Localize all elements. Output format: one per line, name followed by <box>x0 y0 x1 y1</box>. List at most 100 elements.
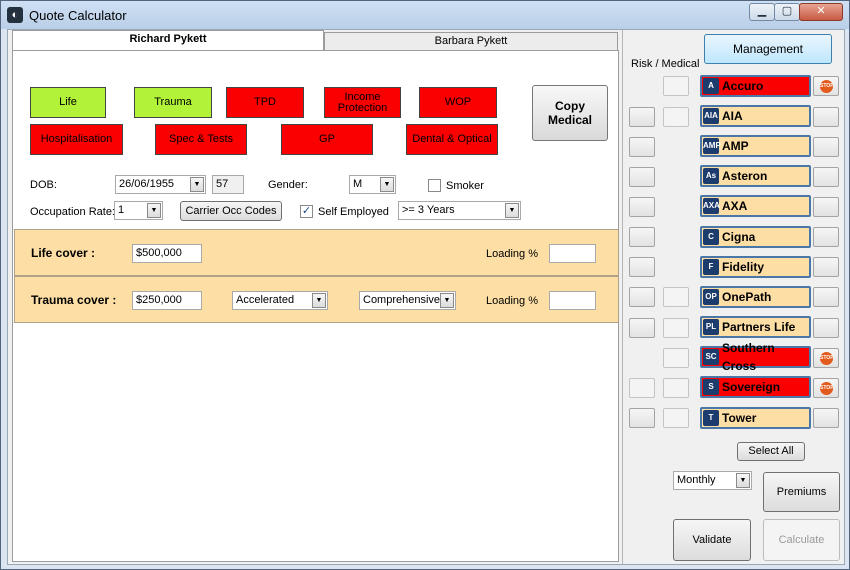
aia-logo-icon: AIA <box>703 108 719 124</box>
carrier-name: AMP <box>722 139 749 153</box>
trauma-loading-label: Loading % <box>486 295 538 307</box>
tab-barbara-pykett[interactable]: Barbara Pykett <box>324 32 618 51</box>
trauma-type-select[interactable]: Accelerated ▼ <box>232 291 328 310</box>
medical-checkbox-aia[interactable] <box>663 107 689 127</box>
carrier-button-axa[interactable]: AXA AXA <box>700 195 811 217</box>
carrier-button-asteron[interactable]: As Asteron <box>700 165 811 187</box>
gender-label: Gender: <box>268 179 308 191</box>
carrier-button-tower[interactable]: T Tower <box>700 407 811 429</box>
stop-status-sovereign[interactable]: STOP <box>813 378 839 398</box>
calculate-button[interactable]: Calculate <box>763 519 840 561</box>
carrier-name: Cigna <box>722 230 756 244</box>
chevron-down-icon[interactable]: ▼ <box>147 203 161 218</box>
carrier-occ-codes-button[interactable]: Carrier Occ Codes <box>180 201 282 221</box>
cover-button-hospitalisation[interactable]: Hospitalisation <box>30 124 123 155</box>
medical-checkbox-tower[interactable] <box>663 408 689 428</box>
gender-select[interactable]: M ▼ <box>349 175 396 194</box>
chevron-down-icon[interactable]: ▼ <box>380 177 394 192</box>
chevron-down-icon[interactable]: ▼ <box>505 203 519 218</box>
cover-button-tpd[interactable]: TPD <box>226 87 304 118</box>
trauma-cover-amount-input[interactable]: $250,000 <box>132 291 202 310</box>
frequency-value: Monthly <box>677 474 716 486</box>
risk-checkbox-aia[interactable] <box>629 107 655 127</box>
cover-button-spec-tests[interactable]: Spec & Tests <box>155 124 247 155</box>
status-box-partners-life[interactable] <box>813 318 839 338</box>
risk-checkbox-tower[interactable] <box>629 408 655 428</box>
carrier-name: Sovereign <box>722 380 781 394</box>
medical-checkbox-accuro[interactable] <box>663 76 689 96</box>
carrier-button-fidelity[interactable]: F Fidelity <box>700 256 811 278</box>
carrier-button-onepath[interactable]: OP OnePath <box>700 286 811 308</box>
carrier-button-sovereign[interactable]: S Sovereign <box>700 376 811 398</box>
status-box-tower[interactable] <box>813 408 839 428</box>
status-box-asteron[interactable] <box>813 167 839 187</box>
smoker-checkbox[interactable] <box>428 179 441 192</box>
management-button[interactable]: Management <box>704 34 832 64</box>
risk-checkbox-fidelity[interactable] <box>629 257 655 277</box>
tab-richard-pykett[interactable]: Richard Pykett <box>12 30 324 51</box>
risk-checkbox-cigna[interactable] <box>629 227 655 247</box>
select-all-button[interactable]: Select All <box>737 442 805 461</box>
status-box-axa[interactable] <box>813 197 839 217</box>
life-cover-panel: Life cover : $500,000 Loading % <box>14 229 619 276</box>
trauma-type-value: Accelerated <box>236 294 295 306</box>
cover-button-income-protection[interactable]: Income Protection <box>324 87 401 118</box>
frequency-select[interactable]: Monthly ▼ <box>673 471 752 490</box>
chevron-down-icon[interactable]: ▼ <box>736 473 750 488</box>
medical-checkbox-partners-life[interactable] <box>663 318 689 338</box>
risk-checkbox-sovereign[interactable] <box>629 378 655 398</box>
cover-button-life[interactable]: Life <box>30 87 106 118</box>
risk-checkbox-amp[interactable] <box>629 137 655 157</box>
life-loading-label: Loading % <box>486 248 538 260</box>
life-loading-input[interactable] <box>549 244 596 263</box>
self-employed-label: Self Employed <box>318 206 389 218</box>
trauma-loading-input[interactable] <box>549 291 596 310</box>
status-box-aia[interactable] <box>813 107 839 127</box>
dob-picker[interactable]: 26/06/1955 ▼ <box>115 175 206 194</box>
status-box-fidelity[interactable] <box>813 257 839 277</box>
client-details-pane: Richard Pykett Barbara Pykett Life Traum… <box>10 30 620 564</box>
carrier-button-aia[interactable]: AIA AIA <box>700 105 811 127</box>
cover-button-wop[interactable]: WOP <box>419 87 497 118</box>
status-box-amp[interactable] <box>813 137 839 157</box>
occupation-rate-select[interactable]: 1 ▼ <box>114 201 163 220</box>
accuro-logo-icon: A <box>703 78 719 94</box>
carrier-name: Asteron <box>722 169 768 183</box>
risk-checkbox-partners-life[interactable] <box>629 318 655 338</box>
validate-button[interactable]: Validate <box>673 519 751 561</box>
dob-value: 26/06/1955 <box>119 178 175 190</box>
risk-medical-label: Risk / Medical <box>631 58 700 70</box>
carrier-button-cigna[interactable]: C Cigna <box>700 226 811 248</box>
carrier-name: Tower <box>722 411 757 425</box>
carrier-button-southern-cross[interactable]: SC Southern Cross <box>700 341 811 373</box>
close-button[interactable]: ✕ <box>799 3 843 21</box>
maximize-button[interactable]: ▢ <box>774 3 800 21</box>
medical-checkbox-southern-cross[interactable] <box>663 348 689 368</box>
risk-checkbox-asteron[interactable] <box>629 167 655 187</box>
cover-button-gp[interactable]: GP <box>281 124 373 155</box>
status-box-onepath[interactable] <box>813 287 839 307</box>
carrier-name: Southern Cross <box>722 341 775 373</box>
risk-checkbox-onepath[interactable] <box>629 287 655 307</box>
chevron-down-icon[interactable]: ▼ <box>312 293 326 308</box>
trauma-level-select[interactable]: Comprehensive ▼ <box>359 291 456 310</box>
premiums-button[interactable]: Premiums <box>763 472 840 512</box>
stop-status-accuro[interactable]: STOP <box>813 76 839 96</box>
self-employed-checkbox[interactable]: ✓ <box>300 205 313 218</box>
medical-checkbox-onepath[interactable] <box>663 287 689 307</box>
chevron-down-icon[interactable]: ▼ <box>440 293 454 308</box>
copy-medical-button[interactable]: Copy Medical <box>532 85 608 141</box>
carrier-button-partners-life[interactable]: PL Partners Life <box>700 316 811 338</box>
years-select[interactable]: >= 3 Years ▼ <box>398 201 521 220</box>
cover-button-trauma[interactable]: Trauma <box>134 87 212 118</box>
carrier-button-accuro[interactable]: A Accuro <box>700 75 811 97</box>
cover-button-dental-optical[interactable]: Dental & Optical <box>406 124 498 155</box>
medical-checkbox-sovereign[interactable] <box>663 378 689 398</box>
carrier-button-amp[interactable]: AMP AMP <box>700 135 811 157</box>
life-cover-amount-input[interactable]: $500,000 <box>132 244 202 263</box>
stop-status-southern-cross[interactable]: STOP <box>813 348 839 368</box>
status-box-cigna[interactable] <box>813 227 839 247</box>
minimize-button[interactable]: ▁ <box>749 3 775 21</box>
chevron-down-icon[interactable]: ▼ <box>190 177 204 192</box>
risk-checkbox-axa[interactable] <box>629 197 655 217</box>
